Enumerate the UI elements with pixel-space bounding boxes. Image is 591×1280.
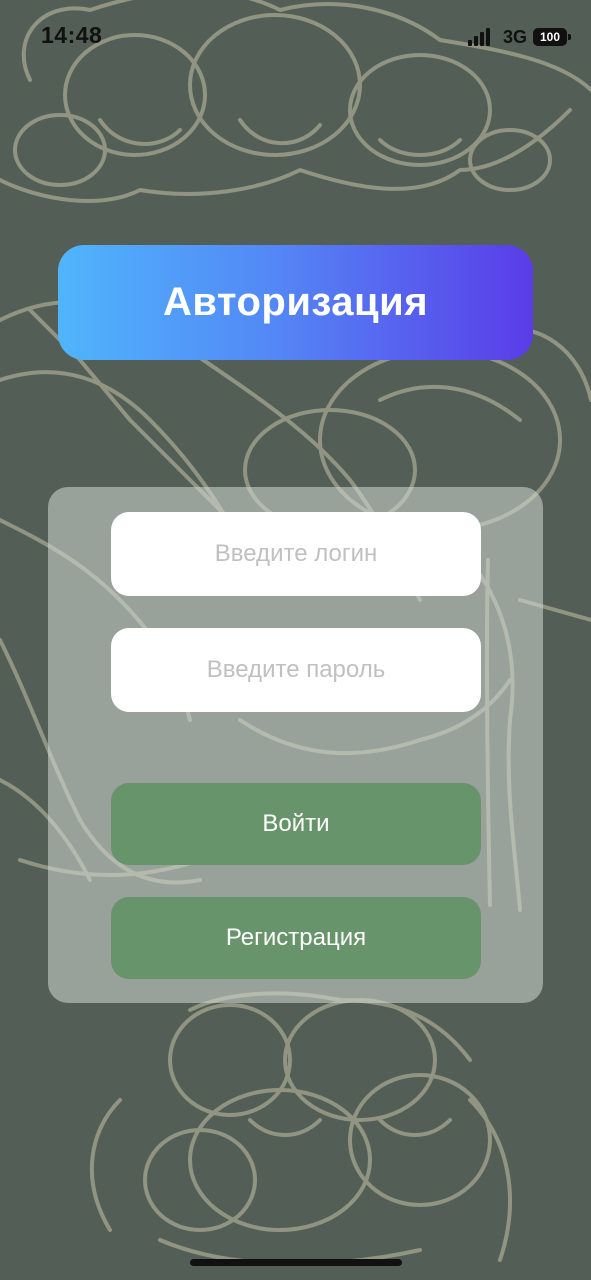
register-button[interactable]: Регистрация — [111, 897, 481, 979]
home-indicator — [190, 1259, 402, 1266]
network-type: 3G — [502, 26, 527, 47]
page-title: Авторизация — [162, 280, 429, 324]
title-banner: Авторизация — [58, 245, 533, 360]
login-input[interactable] — [111, 512, 481, 596]
battery-icon: 100 — [533, 28, 571, 46]
login-button[interactable]: Войти — [111, 783, 481, 865]
status-bar: 14:48 3G 100 — [0, 0, 591, 72]
status-time: 14:48 — [41, 22, 103, 48]
cellular-signal-icon — [467, 28, 490, 46]
status-indicators: 3G 100 — [467, 24, 571, 50]
login-form: Войти Регистрация — [48, 487, 543, 1003]
password-input[interactable] — [111, 628, 481, 712]
